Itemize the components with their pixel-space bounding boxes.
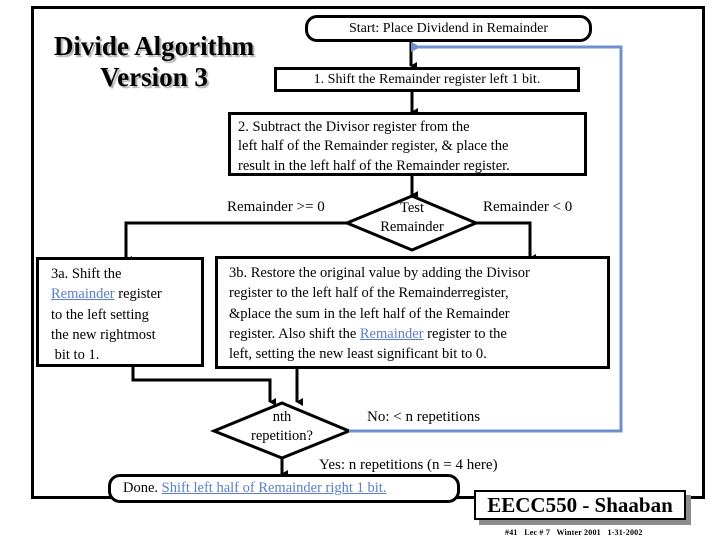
slide-info: #41 Lec # 7 Winter 2001 1-31-2002 bbox=[505, 528, 643, 537]
step1-text: 1. Shift the Remainder register left 1 b… bbox=[313, 72, 541, 87]
connector-to-step3b bbox=[476, 221, 536, 262]
test-remainder-label: Test Remainder bbox=[362, 199, 462, 237]
repeat-line-1: nth bbox=[272, 409, 292, 425]
step3b-line-4-pre: register. Also shift the bbox=[229, 325, 360, 342]
step2-box: 2. Subtract the Divisor register from th… bbox=[228, 112, 587, 176]
step3b-box: 3b. Restore the original value by adding… bbox=[215, 256, 610, 369]
step3a-line-4: the new rightmost bbox=[51, 326, 156, 343]
page-title: Divide Algorithm Version 3 bbox=[40, 31, 268, 93]
step3a-line-2-rest: register bbox=[114, 286, 162, 303]
connector-step3a-to-repeat bbox=[131, 367, 276, 406]
yes-branch-label: Yes: n repetitions (n = 4 here) bbox=[319, 457, 498, 473]
step3b-line-4: register. Also shift the Remainder regis… bbox=[229, 324, 607, 344]
step2-line-2: left half of the Remainder register, & p… bbox=[238, 138, 509, 155]
test-line-2: Remainder bbox=[380, 219, 444, 235]
step1-box: 1. Shift the Remainder register left 1 b… bbox=[274, 67, 580, 92]
start-text: Start: Place Dividend in Remainder bbox=[348, 21, 549, 36]
step3b-line-3: &place the sum in the left half of the R… bbox=[229, 305, 510, 322]
step3a-line-5: bit to 1. bbox=[51, 347, 100, 364]
course-footer-badge: EECC550 - Shaaban bbox=[474, 490, 686, 520]
done-link[interactable]: Shift left half of Remainder right 1 bit… bbox=[162, 480, 387, 496]
step2-line-1: 2. Subtract the Divisor register from th… bbox=[238, 119, 470, 135]
title-line-1: Divide Algorithm bbox=[53, 31, 255, 61]
step3b-line-1: 3b. Restore the original value by adding… bbox=[229, 265, 530, 281]
step3a-line-3: to the left setting bbox=[51, 306, 149, 323]
repeat-line-2: repetition? bbox=[250, 428, 313, 444]
done-prefix: Done. bbox=[123, 480, 162, 496]
connector-to-step3a bbox=[124, 221, 347, 264]
start-terminal: Start: Place Dividend in Remainder bbox=[305, 15, 592, 42]
step3a-line-1: 3a. Shift the bbox=[51, 266, 122, 282]
step3a-box: 3a. Shift the Remainder register to the … bbox=[36, 257, 204, 367]
no-branch-label: No: < n repetitions bbox=[367, 409, 481, 425]
step3b-line-4-post: register to the bbox=[423, 325, 507, 342]
branch-label-negative: Remainder < 0 bbox=[483, 199, 573, 215]
nth-repetition-label: nth repetition? bbox=[232, 408, 332, 446]
remainder-link[interactable]: Remainder bbox=[360, 326, 424, 342]
step3b-line-5: left, setting the new least significant … bbox=[229, 346, 487, 363]
step3a-line-2: Remainder register bbox=[51, 284, 201, 304]
remainder-link[interactable]: Remainder bbox=[51, 286, 115, 302]
title-line-2: Version 3 bbox=[100, 62, 208, 92]
test-line-1: Test bbox=[400, 200, 424, 216]
step2-line-3: result in the left half of the Remainder… bbox=[238, 157, 510, 174]
branch-label-nonnegative: Remainder >= 0 bbox=[227, 199, 325, 215]
done-terminal: Done. Shift left half of Remainder right… bbox=[108, 474, 460, 503]
step3b-line-2: register to the left half of the Remaind… bbox=[229, 285, 509, 302]
course-label: EECC550 - Shaaban bbox=[487, 493, 673, 517]
